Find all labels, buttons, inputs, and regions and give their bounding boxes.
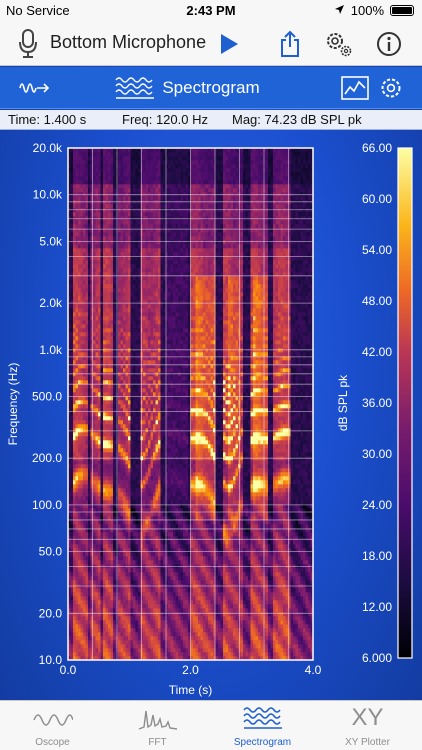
input-source-title[interactable]: Bottom Microphone (50, 32, 206, 53)
readout-magnitude: Mag: 74.23 dB SPL pk (232, 112, 362, 127)
status-bar: No Service 2:43 PM 100% (0, 0, 422, 22)
x-tick-label: 2.0 (182, 663, 199, 677)
colorbar-tick-label: 48.00 (362, 294, 392, 308)
tab-oscope[interactable]: Oscope (0, 701, 105, 750)
tab-xy-plotter-label: XY Plotter (345, 737, 390, 748)
colorbar-tick-label: 60.00 (362, 192, 392, 206)
share-icon[interactable] (274, 28, 306, 60)
spectrogram-chart[interactable]: 20.0k 10.0k 5.0k 2.0k 1.0k 500.0 200.0 100.0 50.… (0, 130, 422, 700)
y-axis-label: Frequency (Hz) (6, 363, 20, 446)
nav-bar: Bottom Microphone (0, 22, 422, 66)
colorbar-tick-label: 54.00 (362, 243, 392, 257)
y-tick-label: 2.0k (39, 296, 63, 310)
y-tick-label: 50.0 (39, 545, 63, 559)
colorbar (397, 147, 413, 659)
colorbar-tick-label: 18.00 (362, 549, 392, 563)
xy-text-icon: XY (351, 704, 384, 731)
tab-spectrogram[interactable]: Spectrogram (210, 701, 315, 750)
tab-xy-plotter[interactable]: XY XY Plotter (315, 701, 420, 750)
y-tick-label: 5.0k (39, 234, 63, 248)
tab-oscope-label: Oscope (35, 737, 70, 748)
settings-gear-icon[interactable] (322, 28, 354, 60)
oscilloscope-wave-icon (0, 701, 105, 731)
colorbar-tick-label: 24.00 (362, 498, 392, 512)
y-tick-label: 10.0k (33, 188, 63, 202)
readout-frequency: Freq: 120.0 Hz (122, 112, 208, 127)
cursor-readout: Time: 1.400 s Freq: 120.0 Hz Mag: 74.23 … (0, 110, 422, 130)
tab-fft[interactable]: FFT (105, 701, 210, 750)
colorbar-tick-label: 36.00 (362, 396, 392, 410)
fft-peaks-icon (105, 701, 210, 731)
battery-text: 100% (350, 3, 384, 18)
readout-time: Time: 1.400 s (8, 112, 87, 127)
analysis-toolbar: Spectrogram (0, 67, 422, 109)
microphone-icon[interactable] (12, 28, 44, 60)
colorbar-tick-label: 30.00 (362, 447, 392, 461)
colorbar-tick-label: 66.00 (362, 141, 392, 155)
colorbar-tick-label: 6.000 (362, 651, 392, 665)
colorbar-tick-label: 12.00 (362, 600, 392, 614)
tab-fft-label: FFT (148, 737, 167, 748)
y-tick-label: 500.0 (32, 389, 62, 403)
status-right: 100% (334, 3, 414, 18)
y-tick-label: 20.0 (39, 606, 63, 620)
spectrogram-tab-icon (210, 701, 315, 731)
x-tick-label: 4.0 (305, 663, 322, 677)
toolbar-gear-icon[interactable] (378, 72, 404, 104)
y-tick-label: 1.0k (39, 343, 63, 357)
play-button[interactable] (213, 28, 245, 60)
graph-view-icon[interactable] (340, 72, 370, 104)
location-icon (334, 3, 345, 18)
tab-spectrogram-label: Spectrogram (233, 737, 292, 748)
tab-bar: Oscope FFT Spectrogram XY XY Plotter (0, 700, 422, 750)
y-tick-label: 200.0 (32, 451, 62, 465)
battery-icon (390, 5, 414, 16)
y-tick-label: 20.0k (33, 141, 63, 155)
x-axis-label: Time (s) (169, 683, 213, 697)
colorbar-tick-label: 42.00 (362, 345, 392, 359)
x-tick-label: 0.0 (60, 663, 77, 677)
y-tick-label: 100.0 (32, 498, 62, 512)
info-icon[interactable] (373, 28, 405, 60)
colorbar-label: dB SPL pk (336, 374, 350, 431)
